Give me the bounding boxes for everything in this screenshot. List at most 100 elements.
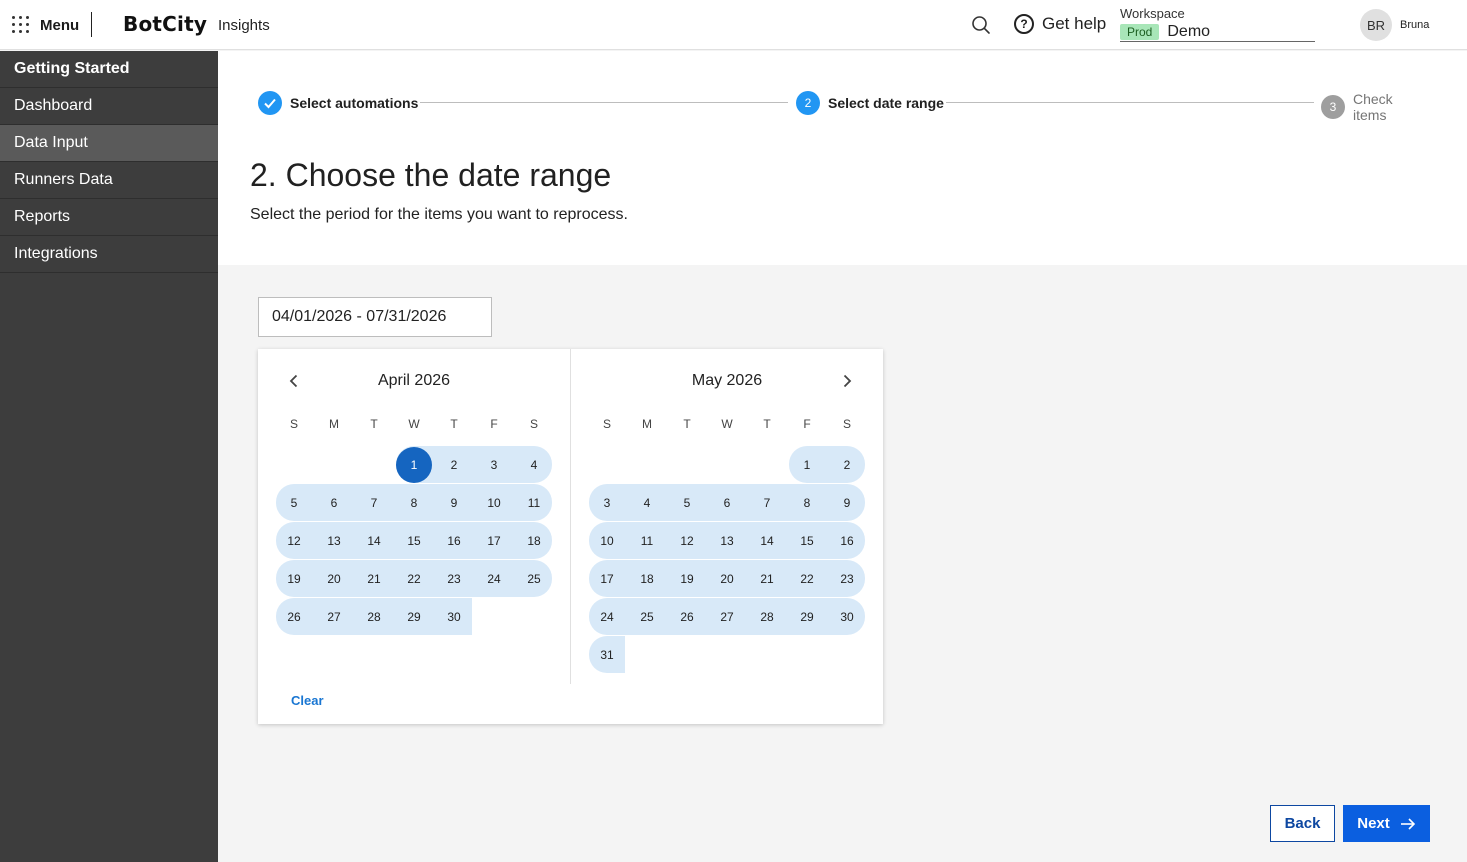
calendar-day[interactable]: 30 <box>434 598 474 635</box>
calendar-day[interactable]: 1 <box>787 446 827 483</box>
calendar-day[interactable]: 12 <box>274 522 314 559</box>
menu-button[interactable]: Menu <box>12 14 79 36</box>
calendar-day[interactable]: 21 <box>747 560 787 597</box>
calendar-day[interactable]: 17 <box>587 560 627 597</box>
calendar-day[interactable]: 29 <box>394 598 434 635</box>
calendar-day[interactable]: 8 <box>787 484 827 521</box>
calendar-day[interactable]: 27 <box>314 598 354 635</box>
calendar-day[interactable]: 3 <box>587 484 627 521</box>
calendar-day[interactable]: 11 <box>514 484 554 521</box>
calendar-day[interactable]: 5 <box>274 484 314 521</box>
calendar-day[interactable]: 13 <box>314 522 354 559</box>
calendar-day[interactable]: 12 <box>667 522 707 559</box>
sidebar-item-runners-data[interactable]: Runners Data <box>0 162 218 199</box>
calendar-day[interactable]: 17 <box>474 522 514 559</box>
sidebar-item-reports[interactable]: Reports <box>0 199 218 236</box>
calendar-day[interactable]: 13 <box>707 522 747 559</box>
step-connector <box>946 102 1314 103</box>
calendar-day[interactable]: 23 <box>827 560 867 597</box>
calendar-day[interactable]: 22 <box>394 560 434 597</box>
search-icon[interactable] <box>971 15 991 35</box>
sidebar-item-dashboard[interactable]: Dashboard <box>0 88 218 125</box>
calendar-day[interactable]: 6 <box>707 484 747 521</box>
calendar-day[interactable]: 21 <box>354 560 394 597</box>
calendar-day[interactable]: 20 <box>707 560 747 597</box>
calendar-day[interactable]: 19 <box>274 560 314 597</box>
calendar-day[interactable]: 4 <box>627 484 667 521</box>
calendar-day[interactable]: 27 <box>707 598 747 635</box>
calendar-day-number: 13 <box>720 533 734 548</box>
calendar-day[interactable]: 2 <box>827 446 867 483</box>
calendar-day[interactable]: 24 <box>474 560 514 597</box>
calendar-day[interactable]: 25 <box>514 560 554 597</box>
calendar-day-number: 3 <box>490 457 498 472</box>
sidebar-item-data-input[interactable]: Data Input <box>0 125 218 162</box>
calendar-day-number: 12 <box>680 533 694 548</box>
brand-logo[interactable]: BotCity <box>123 12 207 36</box>
calendar-day-number: 2 <box>450 457 458 472</box>
step-check-items[interactable]: 3 Check items <box>1321 91 1430 123</box>
calendar-day[interactable]: 22 <box>787 560 827 597</box>
step-label: Check items <box>1353 91 1393 123</box>
calendar-day[interactable]: 15 <box>787 522 827 559</box>
back-button[interactable]: Back <box>1270 805 1335 842</box>
calendar-day[interactable]: 20 <box>314 560 354 597</box>
calendar-day[interactable]: 28 <box>354 598 394 635</box>
calendar-day-number: 7 <box>370 495 378 510</box>
calendar-day-number: 18 <box>640 571 654 586</box>
user-name[interactable]: Bruna <box>1400 19 1429 31</box>
date-range-calendar: April 2026 S M T W T F S 1 2 3 4 5 6 7 8 9 10 11 12 13 14 15 1… <box>258 349 883 724</box>
chevron-right-icon[interactable] <box>837 371 857 391</box>
calendar-day[interactable]: 18 <box>514 522 554 559</box>
calendar-day-number: 11 <box>527 495 541 510</box>
calendar-day[interactable]: 6 <box>314 484 354 521</box>
calendar-day-number: 21 <box>367 571 381 586</box>
calendar-day[interactable]: 23 <box>434 560 474 597</box>
calendar-day[interactable]: 7 <box>354 484 394 521</box>
next-button[interactable]: Next <box>1343 805 1430 842</box>
calendar-day[interactable]: 18 <box>627 560 667 597</box>
calendar-day[interactable]: 26 <box>274 598 314 635</box>
calendar-day[interactable]: 25 <box>627 598 667 635</box>
product-name: Insights <box>218 17 270 34</box>
calendar-day[interactable]: 7 <box>747 484 787 521</box>
calendar-day[interactable]: 5 <box>667 484 707 521</box>
calendar-day[interactable]: 28 <box>747 598 787 635</box>
get-help-button[interactable]: ? Get help <box>1014 14 1106 34</box>
calendar-day[interactable]: 29 <box>787 598 827 635</box>
weekday-header: T <box>763 417 771 431</box>
calendar-day[interactable]: 31 <box>587 636 627 673</box>
calendar-day[interactable]: 30 <box>827 598 867 635</box>
calendar-day[interactable]: 15 <box>394 522 434 559</box>
calendar-day[interactable]: 26 <box>667 598 707 635</box>
sidebar-item-getting-started[interactable]: Getting Started <box>0 51 218 88</box>
avatar[interactable]: BR <box>1360 9 1392 41</box>
calendar-day-number: 23 <box>840 571 854 586</box>
calendar-day[interactable]: 14 <box>354 522 394 559</box>
calendar-day-number: 8 <box>803 495 811 510</box>
calendar-day-number: 13 <box>327 533 341 548</box>
calendar-day[interactable]: 10 <box>587 522 627 559</box>
menu-divider <box>91 12 92 37</box>
calendar-day[interactable]: 16 <box>434 522 474 559</box>
date-range-input[interactable] <box>258 297 492 337</box>
calendar-day[interactable]: 9 <box>827 484 867 521</box>
calendar-day[interactable]: 10 <box>474 484 514 521</box>
calendar-day-selected-start[interactable]: 1 <box>394 446 434 483</box>
sidebar-item-integrations[interactable]: Integrations <box>0 236 218 273</box>
clear-button[interactable]: Clear <box>291 693 324 708</box>
calendar-day[interactable]: 4 <box>514 446 554 483</box>
calendar-day[interactable]: 2 <box>434 446 474 483</box>
weekday-header: F <box>803 417 811 431</box>
calendar-day[interactable]: 9 <box>434 484 474 521</box>
calendar-day[interactable]: 24 <box>587 598 627 635</box>
calendar-day[interactable]: 14 <box>747 522 787 559</box>
calendar-day[interactable]: 19 <box>667 560 707 597</box>
calendar-day[interactable]: 11 <box>627 522 667 559</box>
calendar-day[interactable]: 3 <box>474 446 514 483</box>
calendar-day[interactable]: 16 <box>827 522 867 559</box>
calendar-day[interactable]: 8 <box>394 484 434 521</box>
workspace-selector[interactable]: Workspace Prod Demo <box>1120 6 1315 42</box>
step-select-automations[interactable]: Select automations <box>258 91 418 115</box>
step-select-date-range[interactable]: 2 Select date range <box>796 91 944 115</box>
